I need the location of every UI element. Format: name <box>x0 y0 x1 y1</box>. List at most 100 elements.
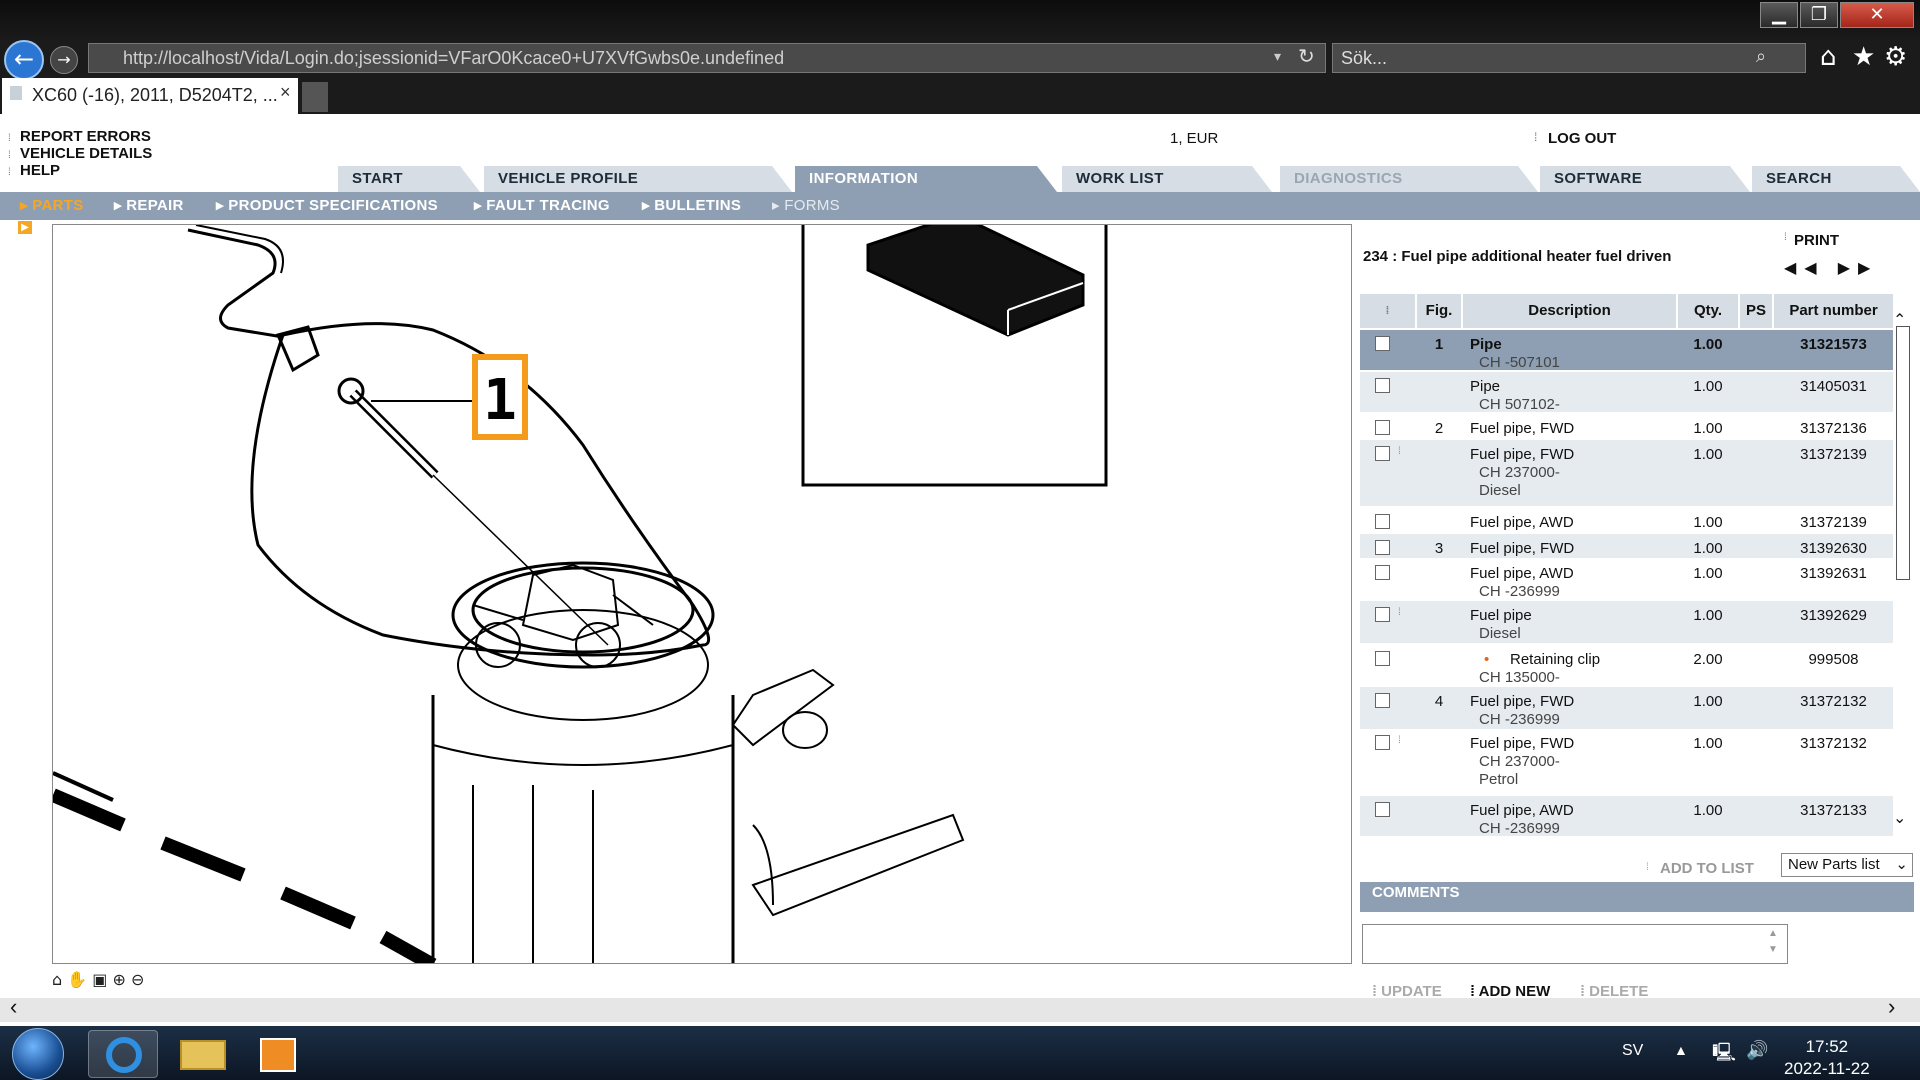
table-row[interactable]: 3 Fuel pipe, FWD 1.00 31392630 <box>1360 534 1893 558</box>
search-icon[interactable]: ⌕ <box>1756 46 1766 67</box>
address-bar[interactable]: http://localhost/Vida/Login.do;jsessioni… <box>88 43 1326 73</box>
row-checkbox[interactable] <box>1375 607 1390 622</box>
comment-scroll-icons[interactable]: ▲ ▼ <box>1768 926 1778 958</box>
parts-table: ⁞ Fig. Description Qty. PS Part number 1… <box>1360 294 1893 844</box>
tab-information[interactable]: INFORMATION <box>795 166 1057 192</box>
back-arrow-icon[interactable]: ← <box>4 40 44 80</box>
column-header-qty[interactable]: Qty. <box>1678 294 1738 328</box>
report-errors-link[interactable]: REPORT ERRORS <box>20 128 151 145</box>
close-window-button[interactable]: ✕ <box>1840 2 1914 28</box>
subtab-repair[interactable]: ▸ REPAIR <box>114 192 184 220</box>
row-description-text: Fuel pipe, FWD <box>1470 540 1575 557</box>
row-description: Fuel pipe, FWD CH 237000- Diesel <box>1470 446 1670 500</box>
tab-start[interactable]: START <box>338 166 480 192</box>
subtab-parts[interactable]: ▸ PARTS <box>20 192 84 220</box>
subtab-forms-label: FORMS <box>784 197 840 214</box>
row-checkbox[interactable] <box>1375 540 1390 555</box>
home-view-icon[interactable]: ⌂ <box>52 970 62 989</box>
column-header-fig[interactable]: Fig. <box>1417 294 1461 328</box>
table-row[interactable]: 1 Pipe CH -507101 1.00 31321573 <box>1360 330 1893 371</box>
fit-window-icon[interactable]: ▣ <box>92 970 107 989</box>
tab-search[interactable]: SEARCH <box>1752 166 1920 192</box>
column-header-description[interactable]: Description <box>1463 294 1676 328</box>
scroll-down-icon[interactable]: ⌄ <box>1893 808 1906 828</box>
parts-illustration[interactable]: 1 <box>52 224 1352 964</box>
language-indicator[interactable]: SV <box>1622 1042 1643 1060</box>
network-icon[interactable]: 🖳 <box>1712 1040 1736 1070</box>
expand-panel-icon[interactable]: ▶ <box>18 221 32 234</box>
subtab-forms[interactable]: ▸ FORMS <box>772 192 840 220</box>
tab-close-icon[interactable]: × <box>280 82 291 103</box>
row-description-text: Fuel pipe, AWD <box>1470 565 1574 582</box>
row-checkbox[interactable] <box>1375 693 1390 708</box>
row-checkbox[interactable] <box>1375 378 1390 393</box>
subtab-bulletins[interactable]: ▸ BULLETINS <box>642 192 741 220</box>
new-tab-button[interactable] <box>302 82 328 112</box>
print-link[interactable]: PRINT <box>1794 232 1839 249</box>
scroll-right-icon[interactable]: › <box>1888 994 1895 1020</box>
scroll-left-icon[interactable]: ‹ <box>10 994 17 1020</box>
taskbar-media-button[interactable] <box>244 1030 314 1078</box>
search-input[interactable]: Sök... <box>1332 43 1806 73</box>
volume-icon[interactable]: 🔊 <box>1746 1040 1768 1061</box>
subtab-fault-tracing[interactable]: ▸ FAULT TRACING <box>474 192 610 220</box>
dropdown-icon[interactable]: ▾ <box>1274 48 1281 65</box>
row-checkbox[interactable] <box>1375 514 1390 529</box>
next-icon[interactable]: ▶▶ <box>1838 258 1879 277</box>
minimize-button[interactable]: ▁ <box>1760 2 1798 28</box>
row-checkbox[interactable] <box>1375 735 1390 750</box>
table-row[interactable]: Fuel pipe, AWD 1.00 31372139 <box>1360 508 1893 532</box>
vehicle-details-link[interactable]: VEHICLE DETAILS <box>20 145 152 162</box>
tab-software[interactable]: SOFTWARE <box>1540 166 1750 192</box>
table-row[interactable]: ⁞ Fuel pipe Diesel 1.00 31392629 <box>1360 601 1893 643</box>
table-row[interactable]: Fuel pipe, AWD CH -236999 1.00 31392631 <box>1360 559 1893 600</box>
table-row[interactable]: ⁞ Fuel pipe, FWD CH 237000- Petrol 1.00 31372… <box>1360 729 1893 795</box>
pan-hand-icon[interactable]: ✋ <box>67 970 87 989</box>
help-link[interactable]: HELP <box>20 162 60 179</box>
favorites-star-icon[interactable]: ★ <box>1852 42 1875 72</box>
subtab-product-specifications[interactable]: ▸ PRODUCT SPECIFICATIONS <box>216 192 438 220</box>
row-checkbox[interactable] <box>1375 565 1390 580</box>
restore-button[interactable]: ❐ <box>1800 2 1838 28</box>
row-checkbox[interactable] <box>1375 420 1390 435</box>
row-checkbox[interactable] <box>1375 446 1390 461</box>
clock[interactable]: 17:52 2022-11-22 <box>1784 1036 1870 1080</box>
table-row[interactable]: 4 Fuel pipe, FWD CH -236999 1.00 31372132 <box>1360 687 1893 729</box>
comment-input[interactable] <box>1362 924 1788 964</box>
callout-number[interactable]: 1 <box>483 368 517 433</box>
table-scrollbar[interactable] <box>1896 326 1910 580</box>
row-sub-text: CH -236999 <box>1479 711 1560 728</box>
zoom-out-icon[interactable]: ⊖ <box>131 970 144 989</box>
row-checkbox[interactable] <box>1375 336 1390 351</box>
start-button[interactable] <box>12 1028 64 1080</box>
row-description: Fuel pipe, FWD CH 237000- Petrol <box>1470 735 1670 789</box>
table-row[interactable]: Pipe CH 507102- 1.00 31405031 <box>1360 372 1893 413</box>
zoom-in-icon[interactable]: ⊕ <box>112 970 125 989</box>
settings-gear-icon[interactable]: ⚙ <box>1884 42 1907 72</box>
row-checkbox[interactable] <box>1375 651 1390 666</box>
refresh-icon[interactable]: ↻ <box>1298 44 1315 68</box>
previous-icon[interactable]: ◀◀ <box>1784 258 1825 277</box>
column-header-part-number[interactable]: Part number <box>1774 294 1893 328</box>
parts-list-select[interactable]: New Parts list ⌄ <box>1781 853 1913 877</box>
taskbar-ie-button[interactable] <box>88 1030 158 1078</box>
tab-vehicle-profile[interactable]: VEHICLE PROFILE <box>484 166 792 192</box>
table-row[interactable]: • Retaining clip CH 135000- 2.00 999508 <box>1360 645 1893 687</box>
forward-arrow-icon[interactable]: → <box>50 46 78 74</box>
browser-tab[interactable]: XC60 (-16), 2011, D5204T2, ... <box>2 78 298 114</box>
table-row[interactable]: Fuel pipe, AWD CH -236999 1.00 31372133 <box>1360 796 1893 837</box>
show-hidden-icons-icon[interactable]: ▲ <box>1674 1042 1688 1058</box>
row-checkbox[interactable] <box>1375 802 1390 817</box>
table-row[interactable]: ⁞ Fuel pipe, FWD CH 237000- Diesel 1.00 31372… <box>1360 440 1893 506</box>
taskbar-explorer-button[interactable] <box>168 1030 238 1078</box>
row-qty: 1.00 <box>1693 540 1723 557</box>
add-to-list-button[interactable]: ADD TO LIST <box>1660 860 1754 877</box>
row-part-number: 31405031 <box>1800 378 1867 395</box>
tab-work-list[interactable]: WORK LIST <box>1062 166 1272 192</box>
home-icon[interactable]: ⌂ <box>1820 42 1837 72</box>
column-header-ps[interactable]: PS <box>1740 294 1772 328</box>
table-row[interactable]: 2 Fuel pipe, FWD 1.00 31372136 <box>1360 414 1893 438</box>
horizontal-scrollbar[interactable] <box>0 998 1920 1022</box>
subtab-parts-label: PARTS <box>32 197 84 214</box>
logout-link[interactable]: LOG OUT <box>1548 130 1616 147</box>
